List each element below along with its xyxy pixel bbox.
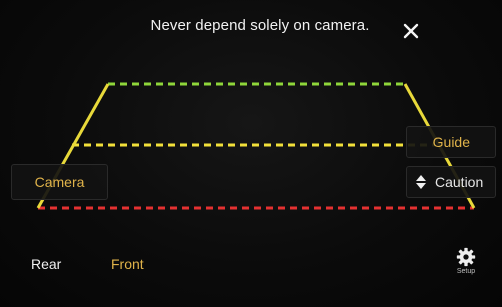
setup-button[interactable]: Setup: [450, 247, 482, 283]
camera-button[interactable]: Camera: [11, 164, 108, 200]
caution-button-label: Caution: [435, 174, 484, 190]
camera-button-label: Camera: [34, 174, 85, 190]
caution-button[interactable]: Caution: [406, 166, 496, 198]
guide-button-label: Guide: [432, 134, 470, 150]
tab-rear[interactable]: Rear: [31, 256, 61, 272]
close-icon: [403, 23, 419, 39]
guide-button[interactable]: Guide: [406, 126, 496, 158]
gear-icon: [456, 247, 476, 267]
tab-front[interactable]: Front: [111, 256, 144, 272]
up-down-arrow-icon: [416, 175, 426, 189]
close-button[interactable]: [398, 18, 424, 44]
setup-label: Setup: [456, 268, 476, 275]
camera-warning-text: Never depend solely on camera.: [150, 17, 370, 34]
